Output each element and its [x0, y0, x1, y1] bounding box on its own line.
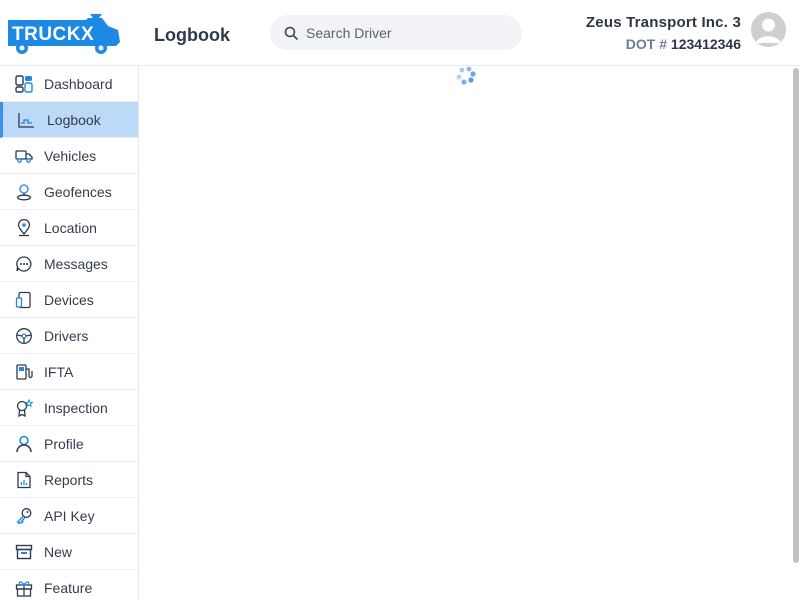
- sidebar-item-ifta[interactable]: IFTA: [0, 354, 138, 390]
- sidebar-nav: Dashboard Logbook Vehicles Geofences Loc: [0, 66, 139, 600]
- sidebar-item-label: API Key: [44, 507, 95, 524]
- dot-number: 123412346: [670, 36, 741, 52]
- devices-icon: [15, 291, 33, 309]
- company-info: Zeus Transport Inc. 3 DOT # 123412346: [586, 14, 741, 52]
- sidebar-item-messages[interactable]: Messages: [0, 246, 138, 282]
- report-document-icon: [15, 471, 33, 489]
- sidebar-item-new[interactable]: New: [0, 534, 138, 570]
- location-pin-icon: [15, 218, 33, 237]
- sidebar-item-label: Reports: [44, 471, 94, 488]
- sidebar-item-vehicles[interactable]: Vehicles: [0, 138, 138, 174]
- sidebar-item-geofences[interactable]: Geofences: [0, 174, 138, 210]
- loading-spinner-icon: [453, 65, 479, 91]
- sidebar-item-label: Logbook: [47, 111, 101, 128]
- sidebar-item-label: Devices: [44, 291, 94, 308]
- geofence-pin-icon: [15, 183, 33, 201]
- sidebar-item-logbook[interactable]: Logbook: [0, 102, 138, 138]
- dashboard-icon: [15, 74, 33, 93]
- user-avatar[interactable]: [751, 12, 786, 47]
- truck-icon: [15, 147, 33, 165]
- sidebar-item-drivers[interactable]: Drivers: [0, 318, 138, 354]
- sidebar-item-label: Vehicles: [44, 147, 97, 164]
- search-driver-input[interactable]: [306, 24, 506, 41]
- fuel-pump-icon: [15, 363, 33, 381]
- truckx-logo[interactable]: TRUCKX: [6, 12, 122, 56]
- truckx-logo-icon: TRUCKX: [8, 14, 120, 54]
- page-scrollbar[interactable]: [792, 66, 800, 600]
- main-content: [140, 66, 792, 600]
- sidebar-item-api-key[interactable]: API Key: [0, 498, 138, 534]
- sidebar-item-label: New: [44, 543, 73, 560]
- dot-number-line: DOT # 123412346: [586, 36, 741, 52]
- sidebar-item-location[interactable]: Location: [0, 210, 138, 246]
- scrollbar-thumb[interactable]: [793, 68, 799, 563]
- logo-text: TRUCKX: [12, 24, 94, 45]
- sidebar-item-inspection[interactable]: Inspection: [0, 390, 138, 426]
- company-name: Zeus Transport Inc. 3: [585, 14, 741, 31]
- steering-wheel-icon: [15, 327, 33, 345]
- avatar-placeholder-icon: [751, 12, 786, 47]
- sidebar-item-profile[interactable]: Profile: [0, 426, 138, 462]
- key-icon: [15, 507, 33, 525]
- dot-label: DOT #: [625, 36, 668, 52]
- sidebar-item-devices[interactable]: Devices: [0, 282, 138, 318]
- gift-icon: [15, 579, 33, 597]
- archive-box-icon: [15, 543, 33, 561]
- top-header: TRUCKX Logbook Zeus Transport Inc. 3 DOT…: [0, 0, 800, 66]
- sidebar-item-label: Messages: [44, 255, 108, 272]
- page-title: Logbook: [154, 25, 230, 45]
- sidebar-item-label: Drivers: [44, 327, 89, 344]
- sidebar-item-label: Dashboard: [44, 75, 113, 92]
- sidebar-item-reports[interactable]: Reports: [0, 462, 138, 498]
- user-icon: [15, 435, 33, 453]
- sidebar-item-feature[interactable]: Feature: [0, 570, 138, 600]
- inspection-badge-icon: [15, 398, 33, 417]
- sidebar-item-label: Location: [44, 219, 97, 236]
- search-icon: [284, 26, 298, 40]
- sidebar-item-label: Geofences: [44, 183, 112, 200]
- sidebar-item-dashboard[interactable]: Dashboard: [0, 66, 138, 102]
- sidebar-item-label: Profile: [44, 435, 84, 452]
- sidebar-item-label: Inspection: [44, 399, 108, 416]
- search-bar[interactable]: [270, 15, 522, 50]
- sidebar-item-label: IFTA: [44, 363, 74, 380]
- app-root: TRUCKX Logbook Zeus Transport Inc. 3 DOT…: [0, 0, 800, 600]
- logbook-icon: [17, 111, 35, 129]
- chat-bubble-icon: [15, 255, 33, 273]
- sidebar-item-label: Feature: [44, 579, 93, 596]
